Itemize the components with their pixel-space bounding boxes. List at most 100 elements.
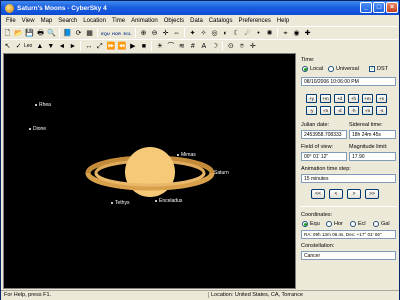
anim-step-field[interactable]: 15 minutes (301, 174, 396, 183)
save-icon[interactable]: 💾 (25, 29, 34, 38)
saturn-label[interactable]: Saturn (214, 170, 229, 176)
menu-location[interactable]: Location (80, 18, 109, 24)
step-minus-year[interactable]: -y (306, 106, 317, 115)
fov-field[interactable]: 00° 01' 12" (301, 152, 347, 161)
crosshair-icon[interactable]: ✚ (303, 29, 312, 38)
ecl-radio[interactable]: Ecl (350, 221, 366, 227)
select-icon[interactable]: ↖ (3, 42, 12, 51)
milky-way-icon[interactable]: ≋ (177, 42, 186, 51)
time-forward-icon[interactable]: ⏩ (106, 42, 115, 51)
measure-icon[interactable]: ⤢ (95, 42, 104, 51)
moon-rhea[interactable]: Rhea (35, 102, 51, 108)
secondary-toolbar: ↖ ✓ Leo ▲ ▼ ◄ ► ↔ ⤢ ⏩ ⏪ ▶ ■ ☀ ⌒ ≋ # A ☽ … (2, 39, 398, 52)
moon-tethys[interactable]: Tethys (111, 200, 129, 206)
menu-help[interactable]: Help (274, 18, 292, 24)
hor-radio[interactable]: Hor (326, 221, 343, 227)
anim-forward-button[interactable]: > (347, 189, 361, 199)
moon-enceladus[interactable]: Enceladus (155, 198, 182, 204)
equ-grid-icon[interactable]: EQU (101, 29, 110, 38)
planet-icon[interactable]: ◐ (221, 29, 230, 38)
zoom-out-icon[interactable]: ⊖ (150, 29, 159, 38)
menu-time[interactable]: Time (109, 18, 128, 24)
play-icon[interactable]: ▶ (128, 42, 137, 51)
menu-file[interactable]: File (3, 18, 19, 24)
equ-radio[interactable]: Equ (302, 221, 320, 227)
anim-fast-forward-button[interactable]: >> (365, 189, 379, 199)
menu-view[interactable]: View (19, 18, 38, 24)
tile-icon[interactable]: ▦ (85, 29, 94, 38)
anim-rewind-button[interactable]: << (311, 189, 325, 199)
anim-back-button[interactable]: < (329, 189, 343, 199)
leo-label[interactable]: Leo (24, 43, 32, 49)
time-back-icon[interactable]: ⏪ (117, 42, 126, 51)
step-minus-day[interactable]: -d (334, 106, 345, 115)
saturn-graphic[interactable] (4, 54, 296, 289)
moon-mimas[interactable]: Mimas (177, 152, 196, 158)
finder-icon[interactable]: ⊙ (226, 42, 235, 51)
pan-up-icon[interactable]: ▲ (35, 42, 44, 51)
menu-catalogs[interactable]: Catalogs (206, 18, 236, 24)
night-icon[interactable]: ☽ (210, 42, 219, 51)
pan-right-icon[interactable]: ► (68, 42, 77, 51)
menu-preferences[interactable]: Preferences (235, 18, 273, 24)
minimize-button[interactable]: _ (360, 2, 372, 13)
step-plus-day[interactable]: +d (334, 94, 345, 103)
refresh-icon[interactable]: ⟳ (74, 29, 83, 38)
status-bar: For Help, press F1. Location: United Sta… (1, 290, 399, 300)
hor-grid-icon[interactable]: HOR (112, 29, 121, 38)
menu-search[interactable]: Search (55, 18, 80, 24)
flip-icon[interactable]: ⇔ (172, 29, 181, 38)
step-plus-hour[interactable]: +h (348, 94, 359, 103)
step-minus-month[interactable]: -m (320, 106, 331, 115)
local-radio[interactable]: Local (302, 66, 323, 72)
comet-icon[interactable]: ☄ (243, 29, 252, 38)
new-icon[interactable]: 🗋 (3, 29, 12, 38)
menu-animation[interactable]: Animation (128, 18, 161, 24)
step-plus-year[interactable]: +y (306, 94, 317, 103)
universal-radio[interactable]: Universal (328, 66, 359, 72)
ecl-icon[interactable]: ECL (123, 29, 132, 38)
sun-icon[interactable]: ☀ (155, 42, 164, 51)
pan-left-icon[interactable]: ◄ (57, 42, 66, 51)
telescope-icon[interactable]: ⌖ (281, 29, 290, 38)
sky-map[interactable]: Saturn Rhea Dione Mimas Tethys Enceladus (3, 53, 296, 289)
maximize-button[interactable]: □ (373, 2, 385, 13)
labels-icon[interactable]: A (199, 42, 208, 51)
step-minus-second[interactable]: -s (376, 106, 387, 115)
step-minus-minute[interactable]: -m (362, 106, 373, 115)
ruler-icon[interactable]: ↔ (84, 42, 93, 51)
step-plus-second[interactable]: +s (376, 94, 387, 103)
menu-map[interactable]: Map (38, 18, 56, 24)
print-preview-icon[interactable]: 🔍 (47, 29, 56, 38)
step-plus-month[interactable]: +m (320, 94, 331, 103)
close-button[interactable]: × (386, 2, 398, 13)
center-icon[interactable]: ✛ (161, 29, 170, 38)
menu-objects[interactable]: Objects (161, 18, 187, 24)
eyepiece-icon[interactable]: ◉ (292, 29, 301, 38)
deep-sky-icon[interactable]: ◎ (210, 29, 219, 38)
zoom-in-icon[interactable]: ⊕ (139, 29, 148, 38)
maglimit-field[interactable]: 17.90 (349, 152, 396, 161)
horizon-icon[interactable]: ⌒ (166, 42, 175, 51)
moon-dione[interactable]: Dione (29, 126, 46, 132)
datetime-field[interactable]: 08/10/2006 10:06:00 PM (301, 77, 396, 86)
grid-icon[interactable]: # (188, 42, 197, 51)
step-minus-hour[interactable]: -h (348, 106, 359, 115)
book-icon[interactable]: 📘 (63, 29, 72, 38)
track-icon[interactable]: ✛ (248, 42, 257, 51)
asteroid-icon[interactable]: • (254, 29, 263, 38)
step-plus-minute[interactable]: +m (362, 94, 373, 103)
constellation-icon[interactable]: ✧ (199, 29, 208, 38)
title-bar[interactable]: Saturn's Moons - CyberSky 4 _ □ × (1, 1, 399, 15)
dst-checkbox[interactable]: ✓ DST (369, 66, 388, 72)
moon-icon[interactable]: ☾ (232, 29, 241, 38)
gal-radio[interactable]: Gal (373, 221, 390, 227)
open-icon[interactable]: 📂 (14, 29, 23, 38)
menu-data[interactable]: Data (187, 18, 206, 24)
star-label-icon[interactable]: ✦ (188, 29, 197, 38)
pan-down-icon[interactable]: ▼ (46, 42, 55, 51)
print-icon[interactable]: 🖶 (36, 29, 45, 38)
target-icon[interactable]: ⌾ (237, 42, 246, 51)
stop-icon[interactable]: ■ (139, 42, 148, 51)
satellite-icon[interactable]: ✺ (265, 29, 274, 38)
